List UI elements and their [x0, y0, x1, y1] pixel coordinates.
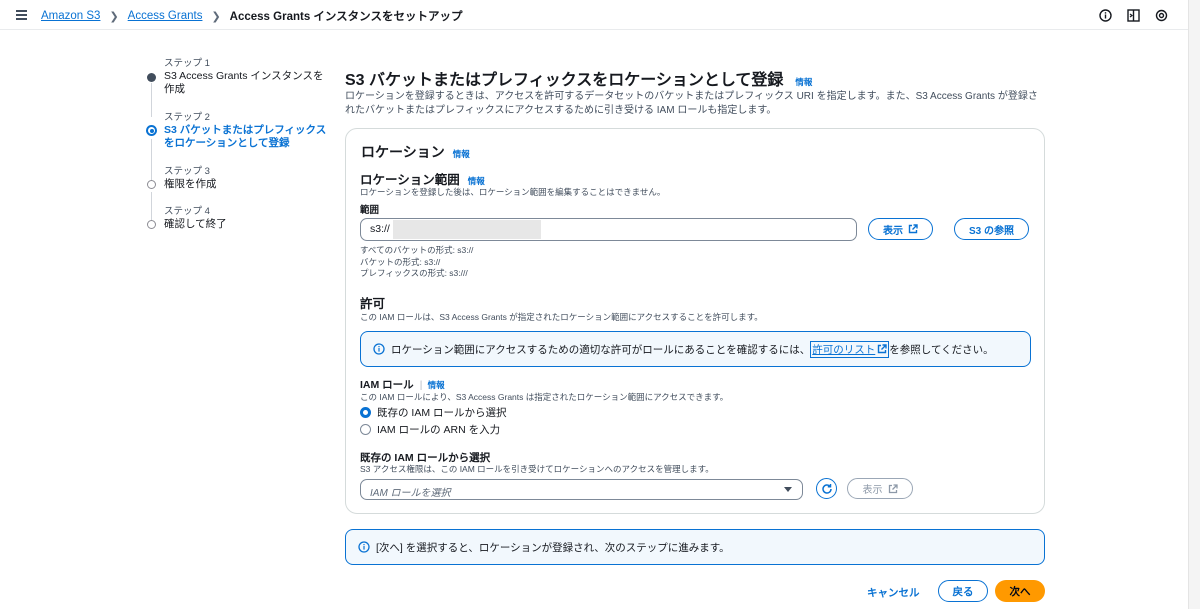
step-3: ステップ 3 権限を作成 [146, 166, 331, 191]
cancel-button[interactable]: キャンセル [867, 585, 920, 600]
external-link-icon [908, 224, 918, 234]
hint-all-buckets: すべてのバケットの形式: s3:// [360, 245, 474, 255]
permission-description: この IAM ロールは、S3 Access Grants が指定されたロケーショ… [360, 312, 763, 322]
redacted-mask [393, 220, 541, 239]
location-heading: ロケーション 情報 [361, 142, 470, 162]
browse-s3-button[interactable]: S3 の参照 [954, 218, 1029, 240]
location-panel: ロケーション 情報 ロケーション範囲 情報 ロケーションを登録した後は、ロケーシ… [345, 128, 1045, 514]
step-current-icon [146, 125, 157, 136]
radio-existing-role-label: 既存の IAM ロールから選択 [377, 407, 507, 419]
radio-unselected-icon[interactable] [360, 424, 371, 435]
iam-role-select[interactable]: IAM ロールを選択 [360, 479, 803, 500]
page-title: S3 バケットまたはプレフィックスをロケーションとして登録 情報 [345, 66, 812, 90]
step-complete-icon [147, 73, 156, 82]
info-link[interactable]: 情報 [795, 76, 812, 88]
iam-role-description: この IAM ロールにより、S3 Access Grants は指定されたロケー… [360, 392, 729, 402]
refresh-icon [821, 483, 832, 494]
format-hints: すべてのバケットの形式: s3:// バケットの形式: s3:// プレフィック… [360, 245, 473, 280]
location-heading-text: ロケーション [361, 144, 445, 160]
breadcrumb-current: Access Grants インスタンスをセットアップ [229, 11, 463, 23]
alert-text-after: を参照してください。 [889, 343, 994, 356]
page-description: ロケーションを登録するときは、アクセスを許可するデータセットのバケットまたはプレ… [345, 91, 1038, 116]
breadcrumb-access-grants[interactable]: Access Grants [128, 10, 203, 22]
refresh-button[interactable] [816, 478, 837, 499]
back-button[interactable]: 戻る [938, 580, 988, 602]
next-button[interactable]: 次へ [995, 580, 1045, 602]
scope-field-label: 範囲 [360, 205, 380, 216]
caret-down-icon [784, 487, 792, 492]
external-link-icon [878, 344, 887, 354]
breadcrumb-amazon-s3[interactable]: Amazon S3 [41, 10, 100, 22]
step-4: ステップ 4 確認して終了 [146, 206, 331, 231]
scrollbar[interactable] [1188, 0, 1200, 609]
scope-input[interactable]: s3:// [360, 218, 857, 241]
step-number: ステップ 3 [164, 166, 210, 177]
menu-icon[interactable] [16, 10, 27, 20]
breadcrumb: Amazon S3 ❯ Access Grants ❯ Access Grant… [41, 8, 462, 24]
view-button-label: 表示 [883, 225, 903, 237]
top-bar: Amazon S3 ❯ Access Grants ❯ Access Grant… [0, 0, 1188, 30]
info-circle-icon[interactable] [1098, 8, 1112, 22]
hint-bucket: バケットの形式: s3:// [360, 256, 441, 267]
browse-s3-button-label: S3 の参照 [968, 225, 1014, 237]
permission-heading: 許可 [360, 297, 386, 311]
external-link-icon [888, 483, 898, 493]
chevron-right-icon: ❯ [109, 10, 119, 23]
settings-icon[interactable] [1154, 8, 1168, 22]
step-2: ステップ 2 S3 バケットまたはプレフィックスをロケーションとして登録 [146, 112, 331, 150]
radio-selected-icon[interactable] [360, 407, 371, 418]
iam-role-info-link[interactable]: 情報 [428, 379, 445, 391]
select-role-description: S3 アクセス権限は、この IAM ロールを引き受けてロケーションへのアクセスを… [360, 464, 714, 474]
hint-prefix: プレフィックスの形式: s3:/// [360, 268, 468, 278]
radio-enter-arn-label: IAM ロールの ARN を入力 [377, 424, 501, 436]
step-pending-icon [147, 220, 156, 229]
view-button[interactable]: 表示 [868, 218, 933, 240]
scope-input-value: s3:// [370, 223, 390, 235]
step-number: ステップ 4 [164, 206, 210, 217]
chevron-right-icon: ❯ [211, 10, 221, 23]
next-step-alert-text: [次へ] を選択すると、ロケーションが登録され、次のステップに進みます。 [376, 541, 730, 554]
iam-role-label-text: IAM ロール [360, 379, 414, 391]
info-icon [373, 343, 385, 355]
view-role-button[interactable]: 表示 [847, 478, 913, 499]
scope-description: ロケーションを登録した後は、ロケーション範囲を編集することはできません。 [360, 187, 666, 197]
step-1[interactable]: ステップ 1 S3 Access Grants インスタンスを作成 [146, 58, 331, 96]
info-icon [358, 541, 370, 553]
iam-role-label: IAM ロール | 情報 [360, 377, 445, 392]
step-number: ステップ 2 [164, 112, 210, 123]
view-role-button-label: 表示 [862, 485, 883, 496]
permission-list-link-label: 許可のリスト [812, 343, 876, 356]
radio-enter-arn[interactable]: IAM ロールの ARN を入力 [360, 422, 500, 437]
step-pending-icon [147, 180, 156, 189]
iam-role-select-placeholder: IAM ロールを選択 [370, 488, 451, 499]
page-title-text: S3 バケットまたはプレフィックスをロケーションとして登録 [345, 72, 784, 89]
next-step-info-alert: [次へ] を選択すると、ロケーションが登録され、次のステップに進みます。 [345, 529, 1045, 565]
step-title: S3 バケットまたはプレフィックスをロケーションとして登録 [164, 124, 327, 149]
side-panel-icon[interactable] [1126, 8, 1140, 22]
location-info-link[interactable]: 情報 [453, 148, 470, 160]
step-number: ステップ 1 [164, 58, 210, 69]
step-title: 権限を作成 [164, 178, 217, 190]
permission-list-link[interactable]: 許可のリスト [810, 340, 890, 358]
radio-existing-role[interactable]: 既存の IAM ロールから選択 [360, 405, 507, 420]
step-title: 確認して終了 [164, 218, 227, 230]
alert-text-before: ロケーション範囲にアクセスするための適切な許可がロールにあることを確認するには、 [391, 343, 811, 356]
permission-info-alert: ロケーション範囲にアクセスするための適切な許可がロールにあることを確認するには、… [360, 331, 1031, 367]
divider: | [419, 379, 423, 391]
step-title: S3 Access Grants インスタンスを作成 [164, 70, 324, 95]
